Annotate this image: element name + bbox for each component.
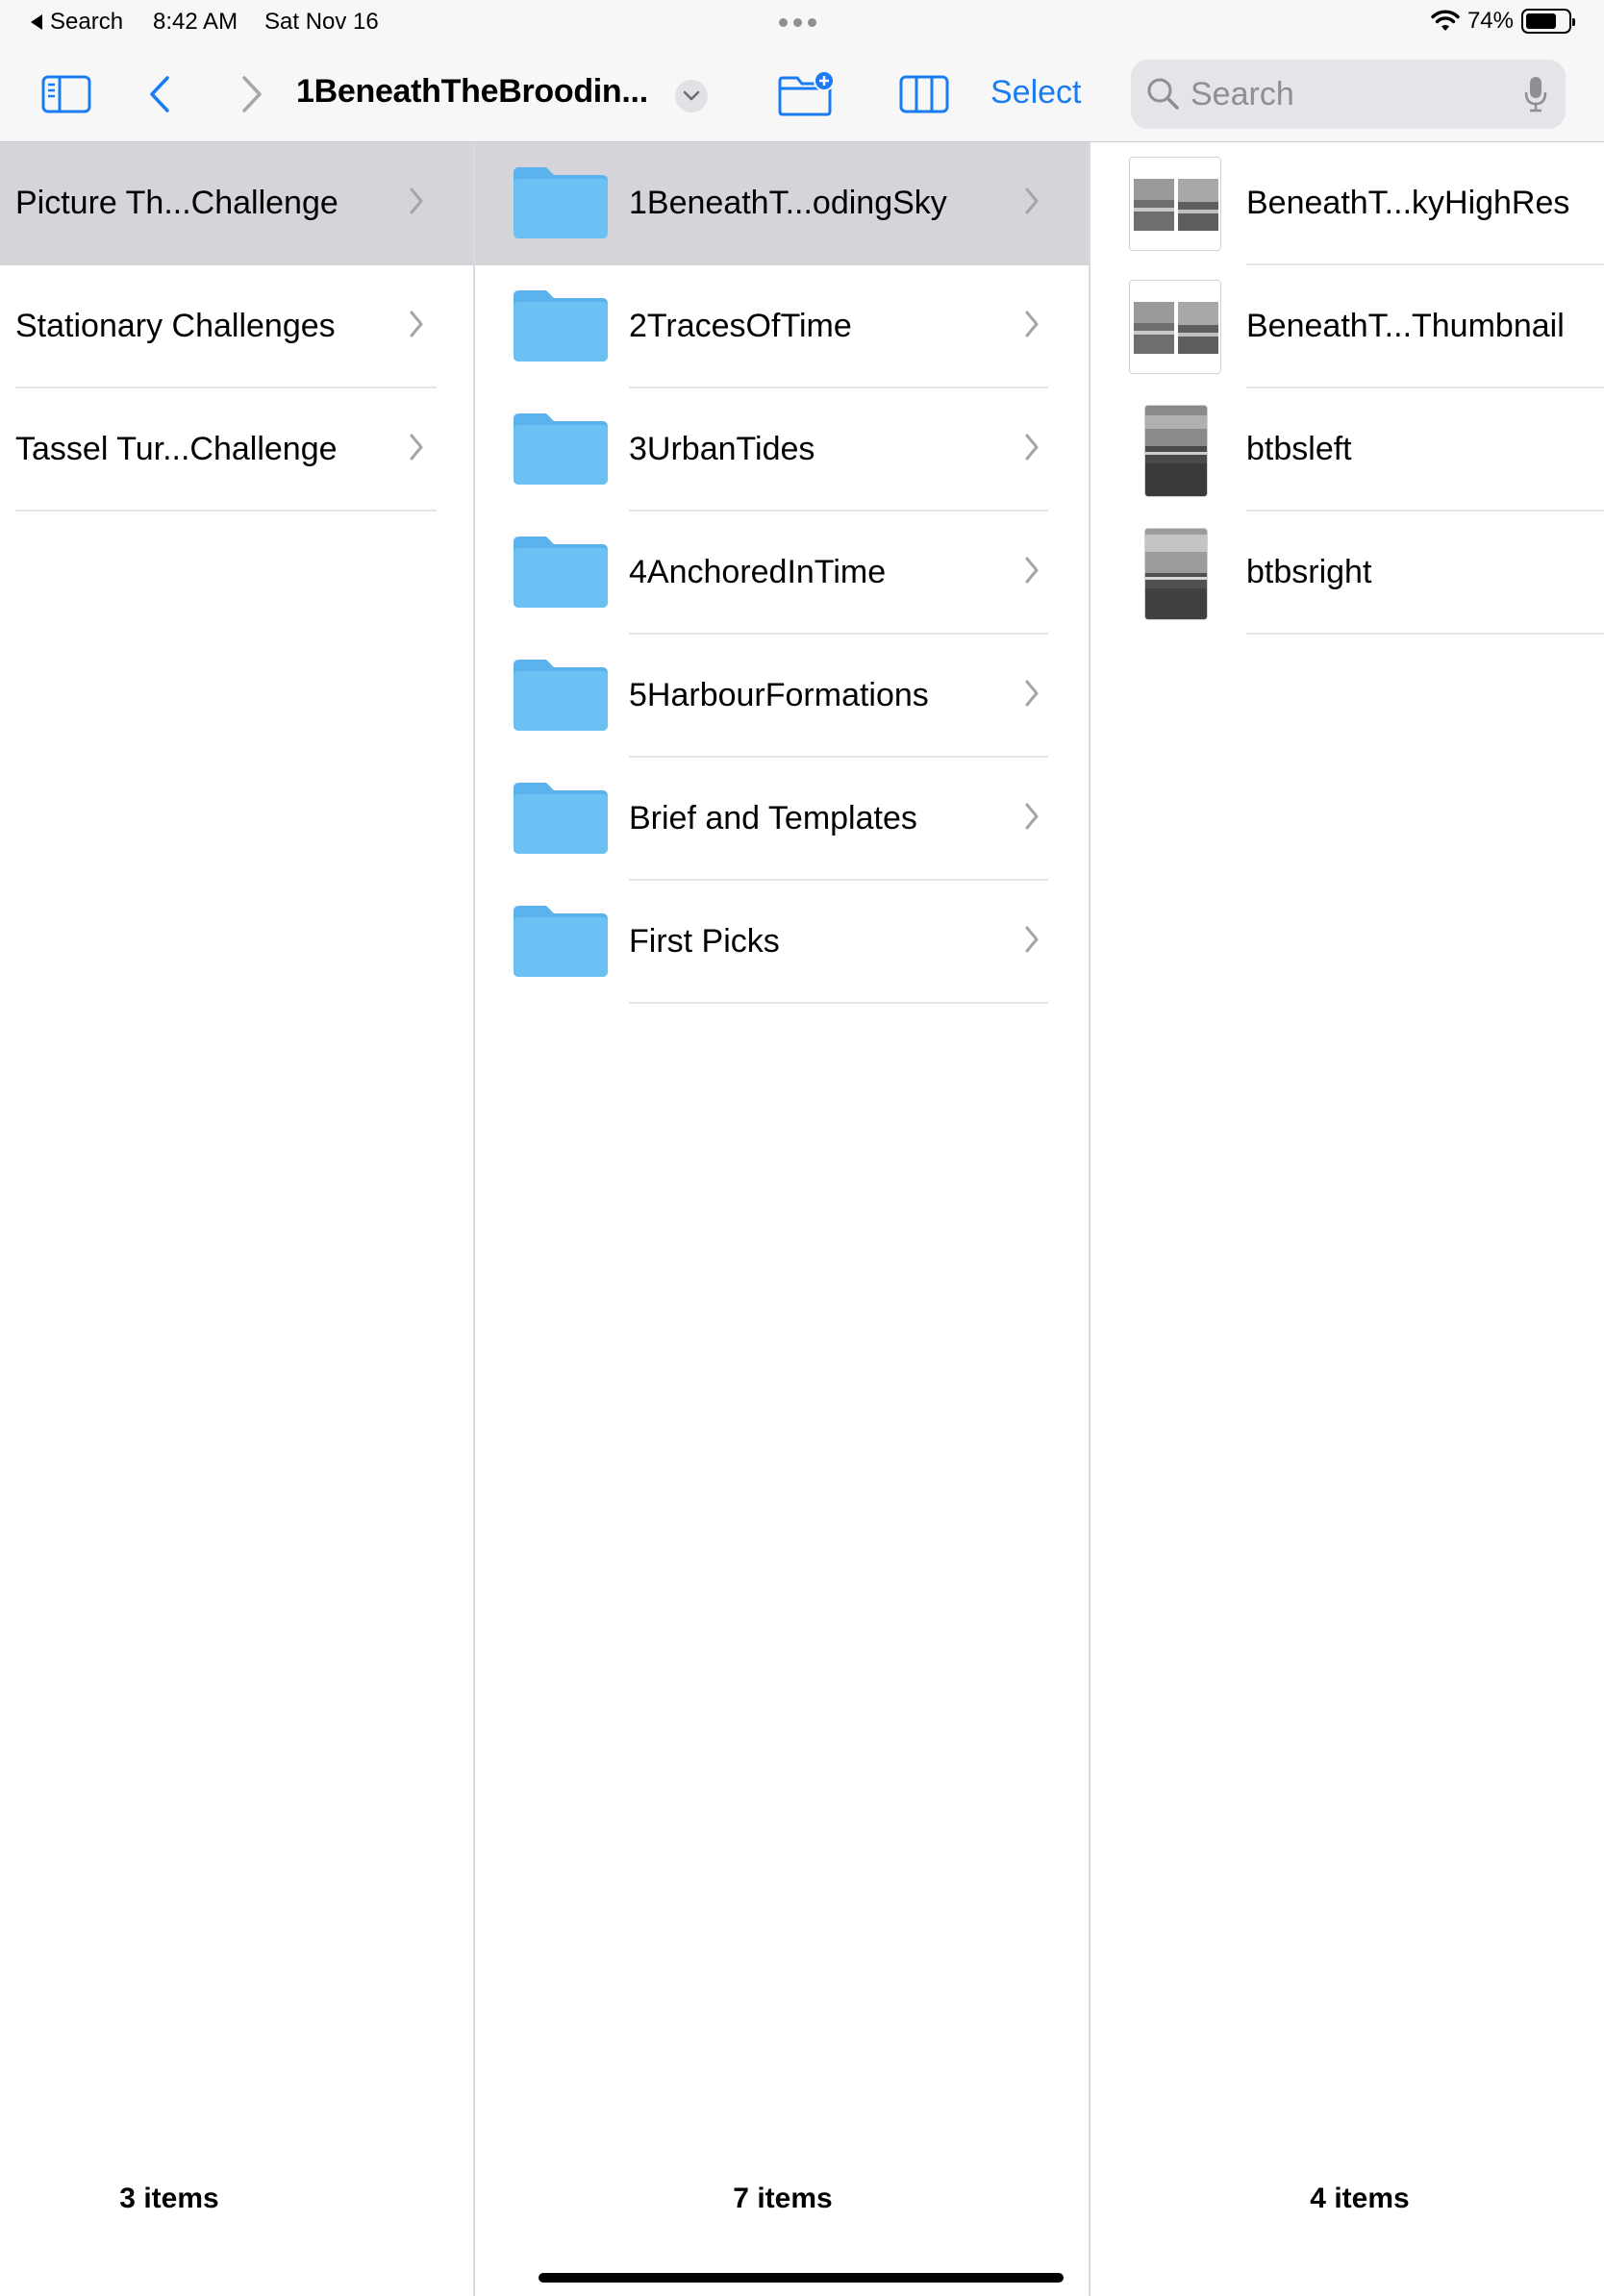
chevron-left-icon: [150, 76, 169, 112]
chevron-right-icon: [1025, 311, 1039, 337]
list-item[interactable]: Brief and Templates: [475, 758, 1089, 881]
list-item[interactable]: 2TracesOfTime: [475, 265, 1089, 388]
item-label: Tassel Tur...Challenge: [15, 431, 338, 467]
item-label: 3UrbanTides: [629, 431, 815, 467]
image-thumbnail-icon: [1144, 405, 1208, 497]
back-button[interactable]: [142, 73, 177, 115]
chevron-right-icon: [1025, 926, 1039, 953]
home-indicator[interactable]: [539, 2273, 1064, 2283]
sidebar-icon: [41, 75, 91, 113]
image-thumbnail-icon: [1129, 280, 1221, 374]
chevron-right-icon: [1025, 434, 1039, 461]
folder-icon: [514, 290, 608, 362]
image-thumbnail-icon: [1129, 157, 1221, 251]
battery-icon: [1521, 9, 1575, 34]
chevron-right-icon: [410, 311, 423, 337]
item-label: 5HarbourFormations: [629, 677, 929, 713]
list-item[interactable]: Tassel Tur...Challenge: [0, 388, 473, 512]
back-to-search-label: Search: [50, 9, 124, 35]
list-item[interactable]: Picture Th...Challenge: [0, 142, 473, 265]
folder-icon: [514, 413, 608, 485]
status-right-group: 74%: [1431, 8, 1575, 35]
row-separator: [629, 1002, 1048, 1004]
item-label: Picture Th...Challenge: [15, 185, 338, 221]
multitasking-dots-icon[interactable]: [779, 18, 816, 27]
chevron-right-icon: [1025, 803, 1039, 830]
list-item[interactable]: 3UrbanTides: [475, 388, 1089, 512]
list-item[interactable]: Stationary Challenges: [0, 265, 473, 388]
folder-icon: [514, 783, 608, 854]
item-label: btbsleft: [1246, 431, 1352, 467]
item-label: BeneathT...Thumbnail: [1246, 308, 1565, 344]
top-chrome: Search 8:42 AM Sat Nov 16 74% 1BeneathTh…: [0, 0, 1604, 142]
column-locations: Picture Th...Challenge Stationary Challe…: [0, 142, 475, 2296]
title-menu-button[interactable]: [675, 80, 708, 112]
sidebar-toggle-button[interactable]: [40, 73, 92, 115]
wifi-icon: [1431, 10, 1460, 31]
item-label: 4AnchoredInTime: [629, 554, 887, 590]
item-label: BeneathT...kyHighRes: [1246, 185, 1570, 221]
row-separator: [1246, 633, 1604, 635]
chevron-right-icon: [410, 187, 423, 214]
item-label: Brief and Templates: [629, 800, 917, 836]
new-folder-icon: [778, 70, 835, 116]
back-to-search-link[interactable]: Search: [31, 9, 123, 36]
chevron-down-icon: [683, 90, 700, 101]
search-field[interactable]: [1131, 60, 1566, 129]
files-app: Search 8:42 AM Sat Nov 16 74% 1BeneathTh…: [0, 0, 1604, 2296]
item-label: First Picks: [629, 923, 780, 960]
chevron-right-icon: [1025, 680, 1039, 707]
folder-icon: [514, 660, 608, 731]
list-item[interactable]: btbsright: [1090, 512, 1604, 635]
list-item[interactable]: 5HarbourFormations: [475, 635, 1089, 758]
list-item[interactable]: btbsleft: [1090, 388, 1604, 512]
new-folder-button[interactable]: [777, 69, 837, 117]
select-button[interactable]: Select: [990, 74, 1082, 112]
image-thumbnail-icon: [1144, 528, 1208, 620]
list-item[interactable]: 1BeneathT...odingSky: [475, 142, 1089, 265]
list-item[interactable]: BeneathT...kyHighRes: [1090, 142, 1604, 265]
forward-button[interactable]: [235, 73, 269, 115]
list-item[interactable]: First Picks: [475, 881, 1089, 1004]
item-label: 2TracesOfTime: [629, 308, 852, 344]
chevron-right-icon: [1025, 187, 1039, 214]
status-bar: Search 8:42 AM Sat Nov 16 74%: [0, 0, 1604, 44]
view-columns-button[interactable]: [898, 73, 950, 115]
chevron-right-icon: [242, 76, 262, 112]
folder-icon: [514, 167, 608, 238]
status-date: Sat Nov 16: [264, 9, 379, 35]
columns-view-icon: [899, 75, 949, 113]
item-label: 1BeneathT...odingSky: [629, 185, 947, 221]
item-count: 7 items: [733, 2183, 833, 2214]
search-icon: [1147, 78, 1179, 110]
search-input[interactable]: [1190, 71, 1498, 117]
toolbar: 1BeneathTheBroodin... Select Search: [0, 44, 1604, 142]
item-label: Stationary Challenges: [15, 308, 336, 344]
folder-icon: [514, 537, 608, 608]
column-folders: 1BeneathT...odingSky 2TracesOfTime 3Urba…: [475, 142, 1090, 2296]
item-count: 4 items: [1310, 2183, 1410, 2214]
back-triangle-icon: [31, 14, 42, 30]
battery-percent: 74%: [1466, 8, 1514, 34]
row-separator: [15, 510, 437, 512]
microphone-icon[interactable]: [1523, 75, 1548, 113]
column-files: BeneathT...kyHighRes BeneathT...Thumbnai…: [1090, 142, 1604, 2296]
folder-icon: [514, 906, 608, 977]
item-label: btbsright: [1246, 554, 1372, 590]
folder-title[interactable]: 1BeneathTheBroodin...: [296, 73, 648, 111]
item-count: 3 items: [119, 2183, 219, 2214]
list-item[interactable]: BeneathT...Thumbnail: [1090, 265, 1604, 388]
chevron-right-icon: [1025, 557, 1039, 584]
status-time: 8:42 AM: [153, 9, 238, 35]
list-item[interactable]: 4AnchoredInTime: [475, 512, 1089, 635]
chevron-right-icon: [410, 434, 423, 461]
